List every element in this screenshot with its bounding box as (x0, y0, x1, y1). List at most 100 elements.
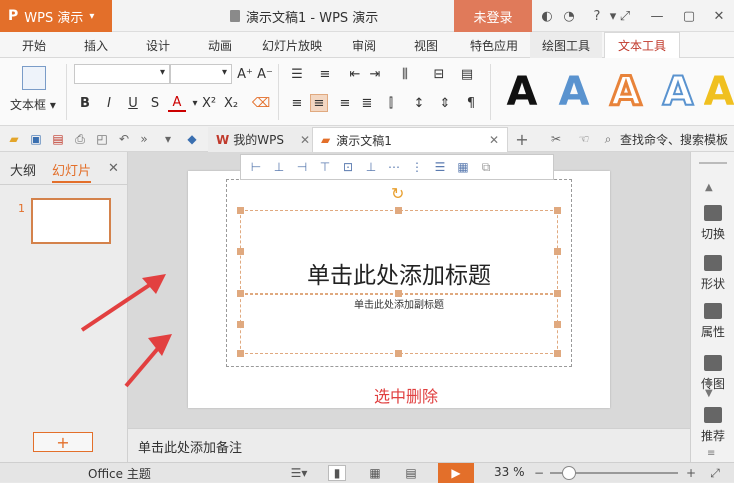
login-button[interactable]: 未登录 (454, 0, 532, 32)
line-spacing-icon[interactable]: ↕ (410, 94, 428, 112)
tab-document[interactable]: ▰ 演示文稿1 ✕ (312, 127, 508, 152)
word-art-black[interactable]: A (496, 66, 548, 118)
align-bottom-icon[interactable]: ⊥ (362, 158, 380, 176)
shrink-font-icon[interactable]: A⁻ (256, 65, 274, 83)
slide-thumbnail[interactable] (31, 198, 111, 244)
distribute-h-icon[interactable]: ⋯ (385, 158, 403, 176)
bullets-icon[interactable]: ☰ (288, 65, 306, 83)
decrease-indent-icon[interactable]: ⇤ (346, 65, 364, 83)
tab-special[interactable]: 特色应用 (462, 32, 526, 58)
notes-pane[interactable]: 单击此处添加备注 (128, 428, 690, 462)
rotate-handle-icon[interactable]: ↻ (391, 184, 404, 203)
add-slide-button[interactable]: + (33, 432, 93, 452)
tab-start[interactable]: 开始 (10, 32, 58, 58)
fit-window-icon[interactable]: ⤢ (706, 465, 724, 481)
paragraph-settings-icon[interactable]: ¶ (462, 94, 480, 112)
word-art-blue[interactable]: A (548, 66, 600, 118)
preview-icon[interactable]: ◰ (94, 131, 110, 147)
tab-slideshow[interactable]: 幻灯片放映 (256, 32, 328, 58)
align-center-icon[interactable]: ≡ (310, 94, 328, 112)
align-left-icon[interactable]: ≡ (288, 94, 306, 112)
search-icon[interactable]: ⌕ (600, 131, 616, 147)
resize-handle[interactable] (554, 321, 561, 328)
tools-icon[interactable]: ✂ (548, 131, 564, 147)
close-icon[interactable]: ✕ (300, 133, 310, 147)
open-folder-icon[interactable]: ▰ (6, 131, 22, 147)
clear-format-icon[interactable]: ⌫ (252, 94, 270, 112)
underline-icon[interactable]: U (124, 94, 142, 112)
skin-icon[interactable]: ◐ (538, 7, 556, 25)
bold-icon[interactable]: B (76, 94, 94, 112)
tab-design[interactable]: 设计 (134, 32, 182, 58)
close-icon[interactable]: ✕ (489, 133, 499, 147)
resize-handle[interactable] (554, 207, 561, 214)
tab-outline[interactable]: 大纲 (10, 160, 36, 179)
columns-icon[interactable]: ▤ (458, 65, 476, 83)
resize-handle[interactable] (395, 350, 402, 357)
align-right-icon[interactable]: ⊣ (293, 158, 311, 176)
cube-icon[interactable]: ◆ (184, 131, 200, 147)
tab-drawing-tools[interactable]: 绘图工具 (530, 32, 602, 58)
print-icon[interactable]: ⎙ (72, 131, 88, 147)
slide-title-placeholder[interactable]: 单击此处添加标题 (240, 256, 558, 290)
normal-view-icon[interactable]: ▮ (328, 465, 346, 481)
tab-animation[interactable]: 动画 (196, 32, 244, 58)
tab-view[interactable]: 视图 (402, 32, 450, 58)
tab-my-wps[interactable]: W 我的WPS ✕ (208, 127, 318, 152)
superscript-icon[interactable]: X² (200, 94, 218, 112)
play-slideshow-button[interactable]: ▶ (438, 463, 474, 483)
textbox-button[interactable]: 文本框 ▾ (10, 96, 56, 113)
zoom-slider-knob[interactable] (562, 466, 576, 480)
maximize-icon[interactable]: ▢ (680, 7, 698, 25)
feedback-icon[interactable]: ◔ (560, 7, 578, 25)
dropdown-icon[interactable]: ▾ (160, 131, 176, 147)
panel-properties[interactable]: 属性 (691, 298, 734, 344)
zoom-in-icon[interactable]: + (682, 465, 700, 481)
word-art-gold[interactable]: A (704, 66, 734, 118)
undo-icon[interactable]: ↶ (116, 131, 132, 147)
text-direction-icon[interactable]: ⫼ (396, 65, 414, 83)
resize-handle[interactable] (237, 207, 244, 214)
new-tab-icon[interactable]: + (514, 130, 530, 149)
subscript-icon[interactable]: X₂ (222, 94, 240, 112)
minimize-icon[interactable]: — (648, 7, 666, 25)
distribute-v-icon[interactable]: ⋮ (408, 158, 426, 176)
chevron-down-icon[interactable]: ▼ (705, 388, 713, 399)
word-art-outline[interactable]: A (652, 66, 704, 118)
app-menu-button[interactable]: P WPS 演示 ▾ (0, 0, 112, 32)
hand-icon[interactable]: ☜ (576, 131, 592, 147)
group-icon[interactable]: ⧉ (477, 158, 495, 176)
collapse-icon[interactable]: ≡ (707, 448, 715, 459)
chevron-up-icon[interactable]: ▲ (705, 376, 713, 387)
numbering-icon[interactable]: ≡ (316, 65, 334, 83)
save-icon[interactable]: ▣ (28, 131, 44, 147)
command-search[interactable]: 查找命令、搜索模板 (620, 131, 728, 148)
fit-icon[interactable]: ▦ (454, 158, 472, 176)
tab-slides[interactable]: 幻灯片 (52, 160, 92, 183)
export-pdf-icon[interactable]: ▤ (50, 131, 66, 147)
chevron-up-icon[interactable]: ▲ (705, 182, 713, 193)
align-left-icon[interactable]: ⊢ (247, 158, 265, 176)
panel-recommend[interactable]: 推荐 (691, 402, 734, 448)
slide-sorter-icon[interactable]: ▦ (366, 465, 384, 481)
panel-transition[interactable]: 切换 (691, 200, 734, 246)
align-middle-icon[interactable]: ⊡ (339, 158, 357, 176)
tab-insert[interactable]: 插入 (72, 32, 120, 58)
distribute-icon[interactable]: ⫿ (382, 94, 400, 112)
close-icon[interactable]: ✕ (710, 7, 728, 25)
paragraph-spacing-icon[interactable]: ⇕ (436, 94, 454, 112)
grow-font-icon[interactable]: A⁺ (236, 65, 254, 83)
align-text-icon[interactable]: ⊟ (430, 65, 448, 83)
tab-review[interactable]: 审阅 (340, 32, 388, 58)
increase-indent-icon[interactable]: ⇥ (366, 65, 384, 83)
resize-handle[interactable] (395, 207, 402, 214)
font-family-select[interactable]: ▾ (74, 64, 170, 84)
slide-subtitle-placeholder[interactable]: 单击此处添加副标题 (240, 296, 558, 311)
notes-toggle-icon[interactable]: ☰▾ (290, 465, 308, 481)
zoom-out-icon[interactable]: − (530, 465, 548, 481)
font-color-icon[interactable]: A (168, 94, 186, 112)
textbox-icon[interactable] (22, 66, 46, 90)
notes-placeholder[interactable]: 单击此处添加备注 (138, 437, 242, 456)
panel-shapes[interactable]: 形状 (691, 250, 734, 296)
italic-icon[interactable]: I (100, 94, 118, 112)
